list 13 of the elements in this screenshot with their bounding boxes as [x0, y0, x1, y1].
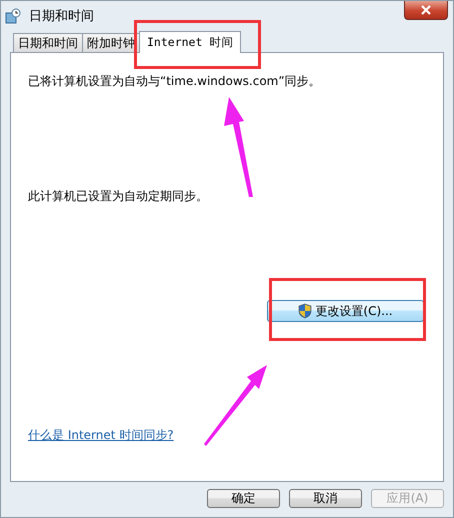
window-title: 日期和时间 [29, 8, 94, 25]
close-button[interactable] [404, 1, 448, 20]
ok-button[interactable]: 确定 [207, 489, 280, 508]
tab[interactable]: Internet 时间 [139, 31, 242, 53]
help-link[interactable]: 什么是 Internet 时间同步? [28, 427, 174, 444]
shield-icon [298, 303, 312, 319]
change-settings-button[interactable]: 更改设置(C)... [267, 300, 424, 322]
clock-icon [5, 8, 21, 24]
cancel-button[interactable]: 取消 [289, 489, 362, 508]
close-icon [420, 5, 432, 15]
sync-status-text: 已将计算机设置为自动与“time.windows.com”同步。 [28, 73, 322, 90]
sync-schedule-text: 此计算机已设置为自动定期同步。 [28, 188, 209, 205]
tab[interactable]: 日期和时间 [13, 33, 83, 52]
